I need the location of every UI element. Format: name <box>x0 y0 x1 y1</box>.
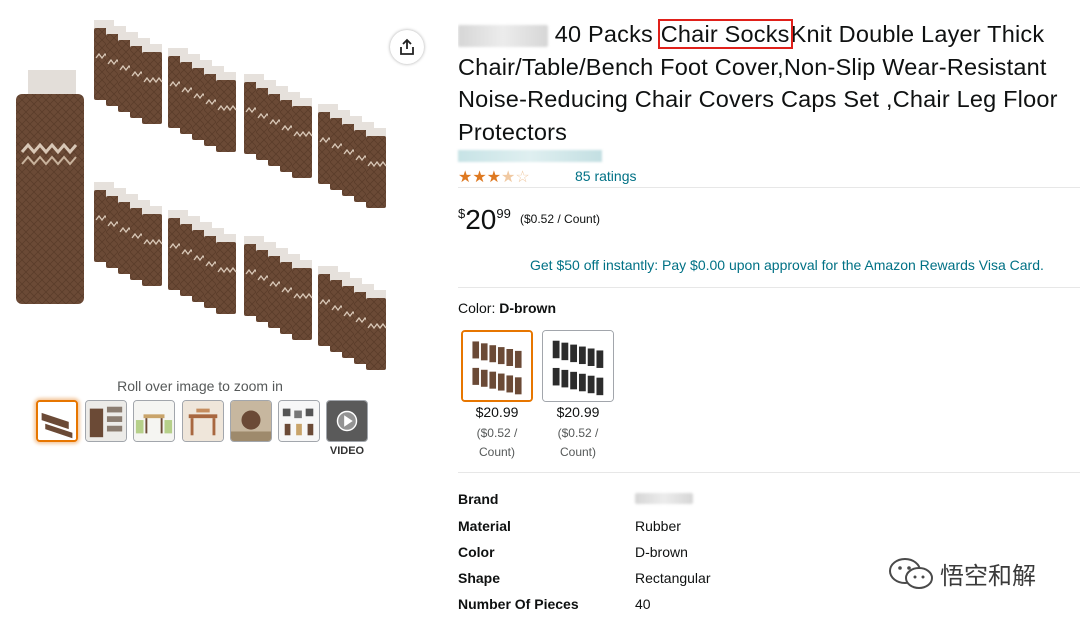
price-fraction: 99 <box>496 206 511 221</box>
thumbnail-table-chairs[interactable] <box>133 400 175 442</box>
thumbnail-dining-set[interactable] <box>182 400 224 442</box>
spec-value-color: D-brown <box>635 544 688 560</box>
spec-key-color: Color <box>458 544 495 560</box>
video-label: VIDEO <box>329 445 365 457</box>
unit-price: ($0.52 / Count) <box>520 212 601 226</box>
spec-value-brand-blurred <box>635 493 693 504</box>
color-label: Color: D-brown <box>458 300 556 316</box>
star-rating-icon[interactable]: ★★★★☆ <box>458 167 530 187</box>
store-link-blurred[interactable] <box>458 150 602 162</box>
spec-key-brand: Brand <box>458 491 499 507</box>
swatch-black[interactable] <box>542 330 614 402</box>
spec-key-shape: Shape <box>458 570 501 586</box>
ratings-link[interactable]: 85 ratings <box>575 168 636 184</box>
spec-key-material: Material <box>458 518 511 534</box>
spec-value-pieces: 40 <box>635 596 651 612</box>
swatch-price-black: $20.99 <box>556 404 600 420</box>
price: $2099 <box>458 204 511 236</box>
wechat-icon <box>889 557 933 589</box>
color-label-text: Color: <box>458 300 500 316</box>
swatch-d-brown[interactable] <box>461 330 533 402</box>
thumbnail-main[interactable] <box>36 400 78 442</box>
swatch-unit-line1: ($0.52 / <box>557 426 599 440</box>
main-product-image[interactable] <box>10 12 390 377</box>
watermark-text: 悟空和解 <box>940 562 1036 590</box>
share-icon[interactable] <box>390 30 424 64</box>
spec-value-material: Rubber <box>635 518 681 534</box>
thumbnail-closeup[interactable] <box>85 400 127 442</box>
divider <box>458 187 1080 188</box>
brand-name-blurred[interactable] <box>458 24 548 47</box>
spec-value-shape: Rectangular <box>635 570 711 586</box>
price-symbol: $ <box>458 206 466 221</box>
title-highlight: Chair Socks <box>657 19 793 49</box>
swatch-unit-black: ($0.52 / Count) <box>542 424 614 462</box>
price-whole: 20 <box>465 204 497 235</box>
swatch-unit-line2: Count) <box>559 445 597 459</box>
thumbnail-video[interactable] <box>326 400 368 442</box>
divider <box>458 472 1080 473</box>
swatch-unit-d-brown: ($0.52 / Count) <box>461 424 533 462</box>
thumbnail-floor-closeup[interactable] <box>230 400 272 442</box>
zoom-hint: Roll over image to zoom in <box>117 378 283 394</box>
swatch-unit-line1: ($0.52 / <box>476 426 518 440</box>
title-part-1: 40 Packs <box>554 21 653 47</box>
swatch-unit-line2: Count) <box>478 445 516 459</box>
divider <box>458 287 1080 288</box>
product-title: 40 Packs Chair SocksKnit Double Layer Th… <box>458 18 1068 142</box>
swatch-price-d-brown: $20.99 <box>475 404 519 420</box>
watermark: 悟空和解 <box>888 556 1036 591</box>
color-selected: D-brown <box>499 300 556 316</box>
spec-key-pieces: Number Of Pieces <box>458 596 579 612</box>
thumbnail-chairs-room[interactable] <box>278 400 320 442</box>
promo-link[interactable]: Get $50 off instantly: Pay $0.00 upon ap… <box>530 257 1044 273</box>
